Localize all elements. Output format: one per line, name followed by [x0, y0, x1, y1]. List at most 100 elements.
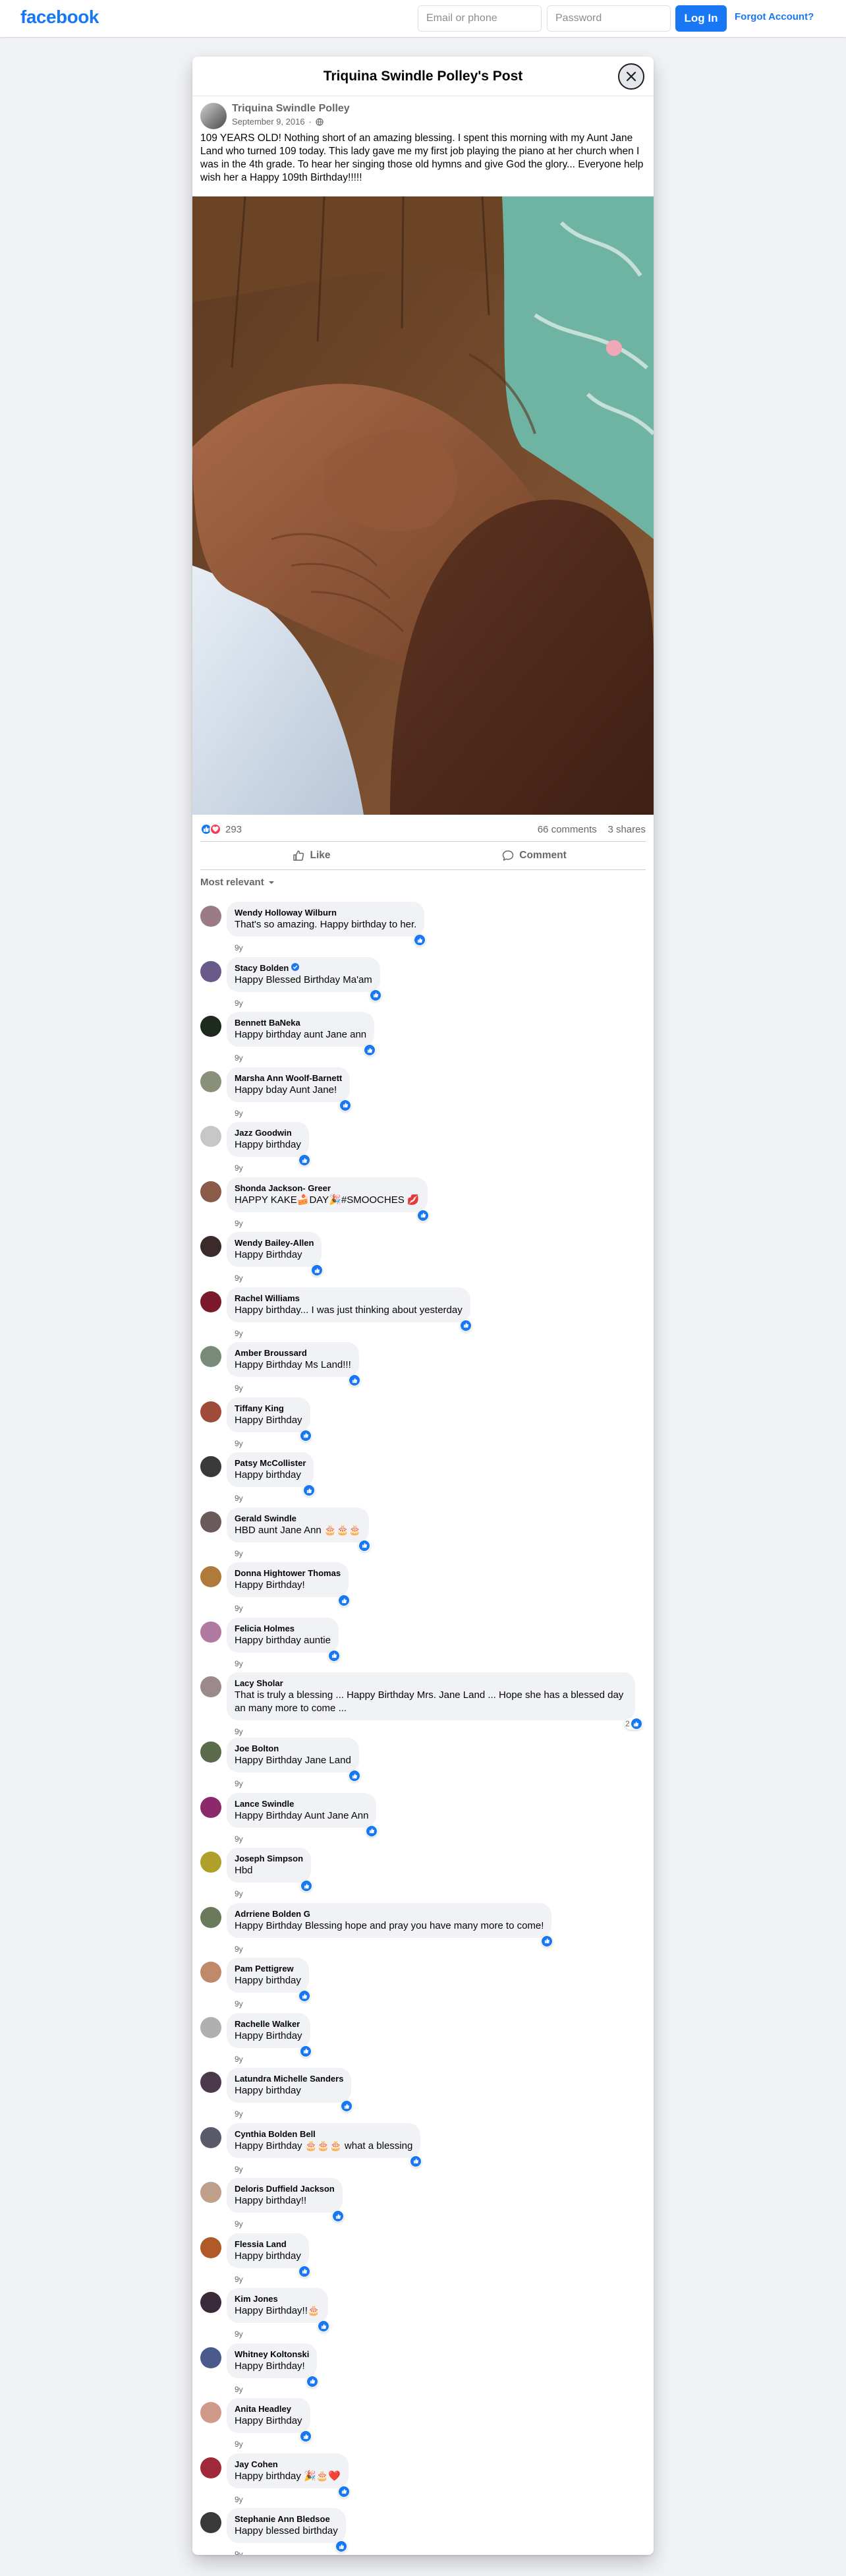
- commenter-avatar[interactable]: [200, 1742, 221, 1763]
- commenter-name[interactable]: Anita Headley: [235, 2403, 302, 2415]
- comment-timestamp[interactable]: 9y: [235, 1659, 243, 1668]
- commenter-name[interactable]: Latundra Michelle Sanders: [235, 2073, 343, 2084]
- comment-like-badge[interactable]: [300, 1880, 312, 1892]
- commenter-name[interactable]: Bennett BaNeka: [235, 1017, 366, 1028]
- comment-like-badge[interactable]: [364, 1044, 376, 1056]
- commenter-avatar[interactable]: [200, 1511, 221, 1533]
- commenter-name[interactable]: Tiffany King: [235, 1403, 302, 1414]
- comment-timestamp[interactable]: 9y: [235, 1945, 243, 1954]
- commenter-avatar[interactable]: [200, 1346, 221, 1367]
- comment-timestamp[interactable]: 9y: [235, 999, 243, 1008]
- reactions-summary[interactable]: 293: [200, 823, 242, 835]
- comment-like-badge[interactable]: [311, 1264, 323, 1276]
- comment-like-badge[interactable]: [349, 1770, 360, 1782]
- facebook-logo[interactable]: facebook: [20, 7, 99, 28]
- comment-like-badge[interactable]: [417, 1209, 429, 1221]
- comment-timestamp[interactable]: 9y: [235, 2219, 243, 2229]
- comment-like-badge[interactable]: [349, 1374, 360, 1386]
- commenter-avatar[interactable]: [200, 1291, 221, 1312]
- comment-like-badge[interactable]: 2: [625, 1718, 642, 1730]
- comment-timestamp[interactable]: 9y: [235, 2275, 243, 2284]
- commenter-avatar[interactable]: [200, 1796, 221, 1818]
- commenter-name[interactable]: Donna Hightower Thomas: [235, 1567, 341, 1579]
- commenter-name[interactable]: Joe Bolton: [235, 1743, 351, 1754]
- comment-like-badge[interactable]: [298, 1154, 310, 1166]
- comment-timestamp[interactable]: 9y: [235, 2329, 243, 2339]
- commenter-name[interactable]: Deloris Duffield Jackson: [235, 2183, 335, 2194]
- commenter-avatar[interactable]: [200, 1070, 221, 1092]
- comment-timestamp[interactable]: 9y: [235, 1549, 243, 1558]
- commenter-avatar[interactable]: [200, 2347, 221, 2368]
- commenter-avatar[interactable]: [200, 2072, 221, 2093]
- commenter-name[interactable]: Marsha Ann Woolf-Barnett: [235, 1072, 342, 1084]
- like-button[interactable]: Like: [200, 842, 423, 869]
- comment-timestamp[interactable]: 9y: [235, 2055, 243, 2064]
- comment-like-badge[interactable]: [303, 1484, 315, 1496]
- commenter-name[interactable]: Gerald Swindle: [235, 1513, 361, 1524]
- commenter-name[interactable]: Kim Jones: [235, 2293, 320, 2304]
- comment-timestamp[interactable]: 9y: [235, 1219, 243, 1228]
- comment-timestamp[interactable]: 9y: [235, 1889, 243, 1898]
- commenter-name[interactable]: Rachel Williams: [235, 1293, 463, 1304]
- commenter-avatar[interactable]: [200, 960, 221, 982]
- comment-like-badge[interactable]: [370, 989, 381, 1001]
- commenter-name[interactable]: Lacy Sholar: [235, 1678, 627, 1689]
- commenter-name[interactable]: Wendy Bailey-Allen: [235, 1237, 314, 1248]
- commenter-avatar[interactable]: [200, 1401, 221, 1422]
- commenter-name[interactable]: Rachelle Walker: [235, 2018, 302, 2030]
- comment-button[interactable]: Comment: [423, 842, 646, 869]
- comment-like-badge[interactable]: [541, 1935, 553, 1947]
- commenter-name[interactable]: Wendy Holloway Wilburn: [235, 907, 416, 918]
- post-photo[interactable]: [192, 196, 654, 815]
- comment-like-badge[interactable]: [300, 1429, 312, 1442]
- commenter-avatar[interactable]: [200, 1676, 221, 1697]
- commenter-avatar[interactable]: [200, 2182, 221, 2203]
- comment-timestamp[interactable]: 9y: [235, 2550, 243, 2555]
- comment-timestamp[interactable]: 9y: [235, 1109, 243, 1118]
- commenter-name[interactable]: Flessia Land: [235, 2239, 301, 2250]
- comment-like-badge[interactable]: [335, 2540, 347, 2552]
- commenter-name[interactable]: Shonda Jackson- Greer: [235, 1183, 420, 1194]
- comment-like-badge[interactable]: [328, 1649, 340, 1662]
- commenter-avatar[interactable]: [200, 1852, 221, 1873]
- close-button[interactable]: [618, 63, 644, 90]
- comment-timestamp[interactable]: 9y: [235, 1053, 243, 1063]
- comment-like-badge[interactable]: [298, 1990, 310, 2002]
- comment-like-badge[interactable]: [414, 934, 426, 946]
- comment-like-badge[interactable]: [460, 1319, 472, 1332]
- email-field[interactable]: [418, 5, 542, 32]
- comment-timestamp[interactable]: 9y: [235, 1604, 243, 1613]
- comment-timestamp[interactable]: 9y: [235, 943, 243, 952]
- forgot-account-link[interactable]: Forgot Account?: [735, 11, 814, 22]
- comment-timestamp[interactable]: 9y: [235, 1834, 243, 1844]
- author-avatar[interactable]: [200, 103, 227, 129]
- comment-like-badge[interactable]: [332, 2210, 344, 2222]
- commenter-name[interactable]: Stacy Bolden: [235, 962, 372, 974]
- commenter-name[interactable]: Adrriene Bolden G: [235, 1908, 544, 1919]
- comment-timestamp[interactable]: 9y: [235, 1779, 243, 1788]
- shares-count[interactable]: 3 shares: [607, 824, 646, 835]
- comment-timestamp[interactable]: 9y: [235, 2165, 243, 2174]
- commenter-name[interactable]: Felicia Holmes: [235, 1623, 331, 1634]
- commenter-avatar[interactable]: [200, 2457, 221, 2478]
- post-date-text[interactable]: September 9, 2016: [232, 117, 305, 127]
- commenter-avatar[interactable]: [200, 2237, 221, 2258]
- comment-timestamp[interactable]: 9y: [235, 1999, 243, 2008]
- commenter-name[interactable]: Lance Swindle: [235, 1798, 368, 1809]
- commenter-avatar[interactable]: [200, 1962, 221, 1983]
- commenter-avatar[interactable]: [200, 1621, 221, 1643]
- password-field[interactable]: [547, 5, 671, 32]
- comment-like-badge[interactable]: [339, 1099, 351, 1111]
- login-button[interactable]: Log In: [675, 5, 727, 32]
- commenter-avatar[interactable]: [200, 2402, 221, 2423]
- comment-timestamp[interactable]: 9y: [235, 2109, 243, 2119]
- commenter-name[interactable]: Pam Pettigrew: [235, 1963, 301, 1974]
- comment-timestamp[interactable]: 9y: [235, 1273, 243, 1283]
- commenter-name[interactable]: Cynthia Bolden Bell: [235, 2128, 412, 2140]
- commenter-avatar[interactable]: [200, 2512, 221, 2533]
- commenter-avatar[interactable]: [200, 1566, 221, 1587]
- comment-like-badge[interactable]: [338, 1595, 350, 1606]
- comment-like-badge[interactable]: [338, 2485, 350, 2498]
- comments-count[interactable]: 66 comments: [538, 824, 597, 835]
- comment-like-badge[interactable]: [358, 1539, 370, 1552]
